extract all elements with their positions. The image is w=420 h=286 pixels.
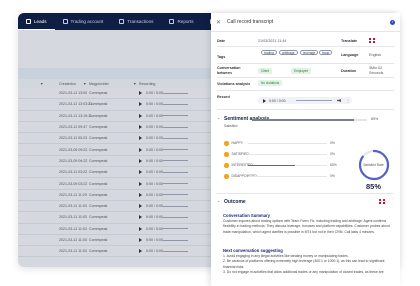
record-label: Record xyxy=(217,95,230,99)
tag-chip: leverage xyxy=(300,50,319,55)
emotion-percent: 60% xyxy=(330,163,337,167)
emotion-bar xyxy=(248,142,327,144)
gauge-value: 85% xyxy=(365,182,381,191)
transactions-icon xyxy=(119,19,125,24)
conversation-label: Conversation between xyxy=(217,66,241,75)
emotion-name: HAPPY xyxy=(231,141,244,146)
gauge-label: Satisfied Rate xyxy=(363,163,384,167)
drawer-title: Call record transcript xyxy=(227,19,274,25)
audio-player[interactable]: 0:00 / 0:00 ⋮ xyxy=(258,97,352,104)
info-icon[interactable]: i xyxy=(390,19,395,25)
emotion-name: SATISFIED xyxy=(231,152,249,157)
conversation-chip-employee: Employee xyxy=(291,68,312,74)
violations-badge: No violations xyxy=(258,80,283,86)
uk-flag-icon[interactable] xyxy=(369,38,375,43)
next-step-item: 3. Do not engage in activities that allo… xyxy=(223,270,384,275)
tag-chip: fraud xyxy=(319,50,333,55)
tab-leads[interactable]: Leads xyxy=(18,13,55,30)
duration-label: Duration xyxy=(341,69,357,73)
sentiment-percent: 89% xyxy=(371,117,379,121)
date-value: 21/03/2021 11:44 xyxy=(258,39,287,43)
language-label: Language xyxy=(341,53,359,57)
emotion-bar-fill xyxy=(248,164,296,166)
emotion-percent: 0% xyxy=(330,174,335,178)
call-transcript-drawer: ✕ Call record transcript i Date 21/03/20… xyxy=(211,13,400,286)
emoji-icon xyxy=(224,163,229,168)
sentiment-bar xyxy=(252,119,367,121)
tab-trading-account[interactable]: Trading account xyxy=(55,13,112,30)
violations-label: Violations analysis xyxy=(217,82,251,86)
outcome-title[interactable]: Outcome xyxy=(224,199,246,205)
translate-label: Translate xyxy=(341,39,358,43)
tag-chip: trading xyxy=(261,50,277,55)
audio-progress-track[interactable] xyxy=(296,100,332,101)
leads-icon xyxy=(26,18,31,24)
trading-icon xyxy=(62,19,68,24)
sentiment-bar-fill xyxy=(252,119,355,121)
emotion-label: HAPPY xyxy=(224,141,243,146)
play-icon[interactable] xyxy=(263,98,266,103)
duration-value: 3Min 02 Seconds xyxy=(369,66,384,75)
drawer-header: ✕ Call record transcript i xyxy=(211,13,400,32)
more-options-icon[interactable]: ⋮ xyxy=(346,98,350,103)
tags-label: Tags xyxy=(217,55,226,59)
tab-reports[interactable]: Reports xyxy=(161,13,201,30)
conversation-chip-client: Client xyxy=(258,68,273,74)
language-value: English xyxy=(369,53,382,57)
emoji-icon xyxy=(224,152,229,157)
emotion-bar xyxy=(248,175,327,177)
emotion-label: SATISFIED xyxy=(224,152,249,157)
audio-time: 0:00 / 0:00 xyxy=(269,98,286,103)
next-steps-list: 1. Avoid engaging in any illegal activit… xyxy=(223,254,392,276)
tag-chip: arbitrage xyxy=(279,50,298,55)
date-label: Date xyxy=(217,39,225,43)
emotion-bar xyxy=(248,164,327,166)
chevron-down-icon[interactable]: ⌄ xyxy=(217,115,220,120)
summary-text: Customer inquires about trading options … xyxy=(223,219,390,234)
next-step-item: 2. Be cautious of platforms offering ext… xyxy=(223,259,385,269)
chevron-down-icon[interactable]: ⌄ xyxy=(217,198,220,203)
close-icon[interactable]: ✕ xyxy=(216,19,221,26)
emoji-icon xyxy=(224,141,229,146)
tab-transactions[interactable]: Transactions xyxy=(111,13,161,30)
summary-title: Conversation Summary xyxy=(223,213,271,218)
reports-icon xyxy=(169,19,175,24)
sentiment-subtitle: Satisfied xyxy=(224,124,238,128)
emotion-percent: 0% xyxy=(330,141,335,145)
next-steps-title: Next conversation suggesting xyxy=(223,248,283,253)
emoji-icon xyxy=(224,174,229,179)
emotion-percent: 0% xyxy=(330,152,335,156)
volume-icon[interactable] xyxy=(337,99,341,102)
uk-flag-icon[interactable] xyxy=(379,199,385,204)
emotion-bar xyxy=(248,153,327,155)
